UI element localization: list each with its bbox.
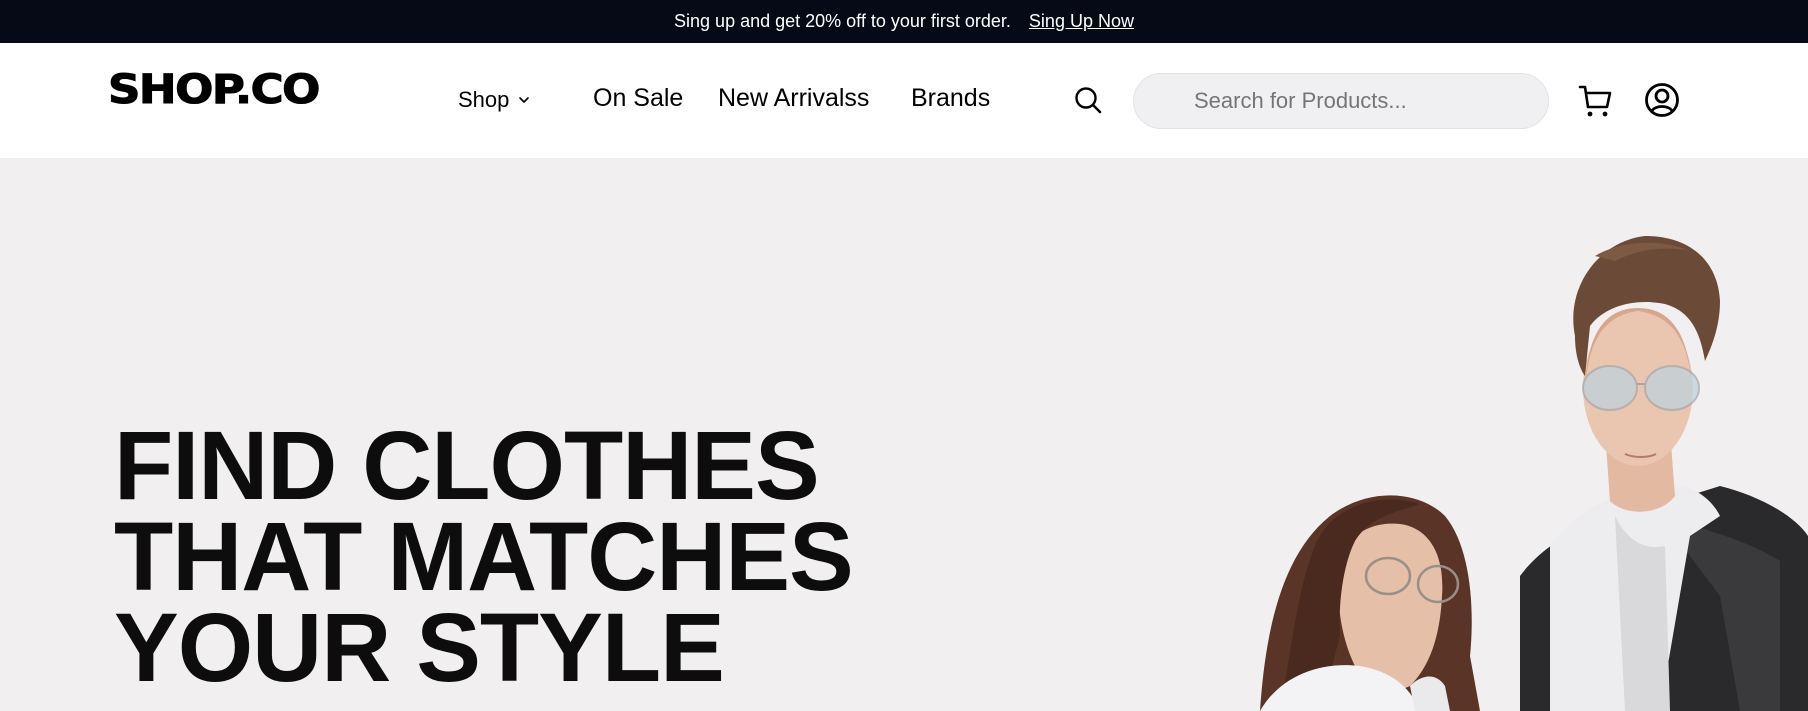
header: SHOP.CO Shop On Sale New Arrivalss Brand… <box>0 43 1808 158</box>
announcement-bar: Sing up and get 20% off to your first or… <box>0 0 1808 43</box>
nav-new-arrivals[interactable]: New Arrivalss <box>718 84 869 113</box>
signup-link[interactable]: Sing Up Now <box>1029 11 1134 32</box>
chevron-down-icon <box>519 97 530 103</box>
account-icon[interactable] <box>1644 82 1680 118</box>
hero-couple-image <box>1260 236 1808 711</box>
search-icon[interactable] <box>1073 85 1103 115</box>
hero-section: FIND CLOTHES THAT MATCHES YOUR STYLE <box>0 158 1808 711</box>
nav-brands[interactable]: Brands <box>911 84 990 113</box>
hero-title-line: THAT MATCHES <box>114 502 854 611</box>
search-field[interactable] <box>1133 73 1549 129</box>
nav-on-sale[interactable]: On Sale <box>593 84 683 113</box>
cart-icon[interactable] <box>1578 83 1614 119</box>
nav-shop-dropdown[interactable]: Shop <box>458 87 531 113</box>
hero-title-line: FIND CLOTHES <box>114 411 820 520</box>
announcement-text: Sing up and get 20% off to your first or… <box>674 11 1011 31</box>
logo[interactable]: SHOP.CO <box>107 64 321 113</box>
nav-shop-label: Shop <box>458 87 510 112</box>
search-input[interactable] <box>1134 74 1548 128</box>
hero-title: FIND CLOTHES THAT MATCHES YOUR STYLE <box>114 411 854 702</box>
hero-title-line: YOUR STYLE <box>114 593 725 702</box>
